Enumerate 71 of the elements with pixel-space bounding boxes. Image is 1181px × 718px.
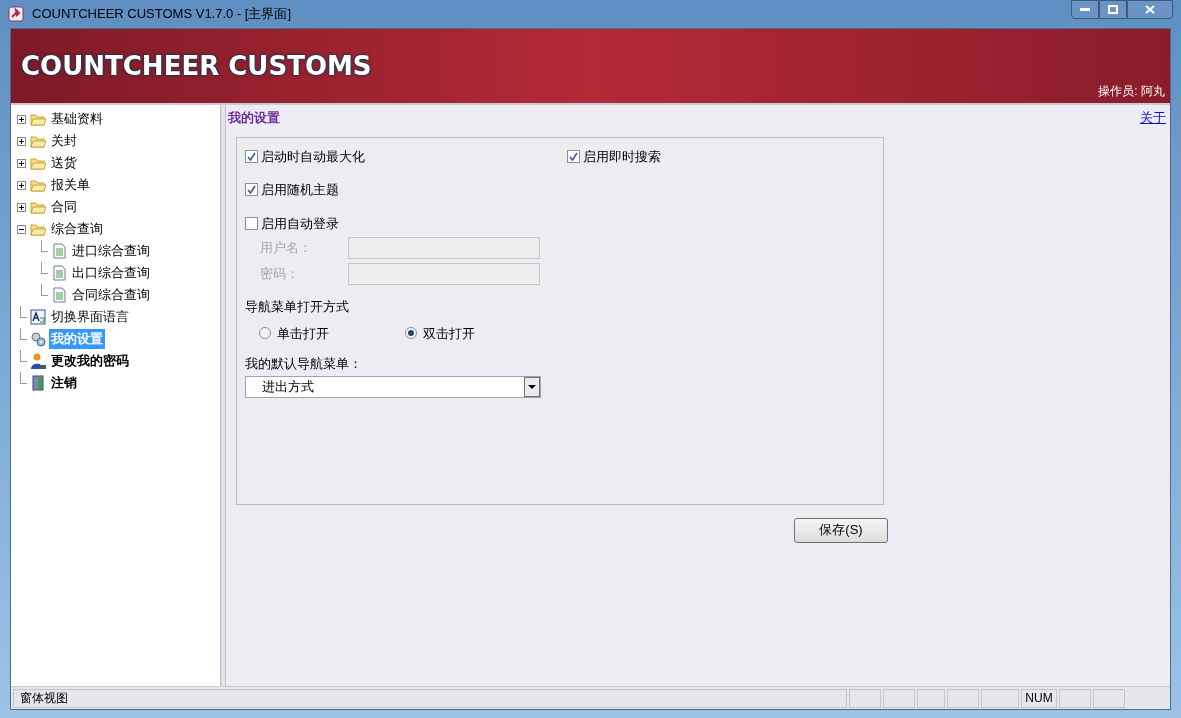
checkbox-label: 启用随机主题	[261, 181, 339, 199]
document-icon	[51, 265, 67, 281]
default-menu-dropdown[interactable]: 进出方式	[245, 375, 541, 398]
tree-item[interactable]: 合同综合查询	[70, 285, 152, 305]
minimize-button[interactable]	[1071, 0, 1099, 19]
document-icon	[51, 287, 67, 303]
user-icon	[30, 353, 46, 369]
save-button[interactable]: 保存(S)	[794, 517, 888, 543]
close-button[interactable]	[1127, 0, 1173, 19]
maximize-icon	[1108, 5, 1118, 14]
folder-icon	[30, 199, 46, 215]
checkbox[interactable]	[245, 183, 258, 197]
tree-item[interactable]: 切换界面语言	[49, 307, 131, 327]
expand-icon[interactable]	[16, 158, 26, 168]
tree-line	[20, 372, 27, 384]
tree-item[interactable]: 进口综合查询	[70, 241, 152, 261]
expand-icon[interactable]	[16, 180, 26, 190]
field-label: 密码：	[260, 265, 300, 284]
tree-line	[20, 350, 27, 362]
dropdown-caret-icon	[524, 376, 540, 397]
nav-mode-label: 导航菜单打开方式	[245, 298, 350, 316]
radio-label: 双击打开	[423, 324, 475, 343]
checkbox[interactable]	[245, 216, 258, 230]
status-text: 窗体视图	[13, 688, 847, 708]
page-heading: 我的设置	[228, 109, 280, 127]
folder-icon	[30, 177, 46, 193]
minimize-icon	[1080, 7, 1090, 12]
folder-icon	[30, 155, 46, 171]
tree-item[interactable]: 综合查询	[49, 219, 105, 239]
field-label: 用户名：	[260, 239, 313, 258]
app-icon	[8, 6, 24, 22]
door-icon	[30, 375, 46, 391]
close-icon	[1145, 5, 1155, 14]
folder-icon	[30, 133, 46, 149]
folder-icon	[30, 111, 46, 127]
tree-line	[41, 284, 48, 296]
operator-label: 操作员: 阿丸	[1098, 83, 1165, 100]
tree-item[interactable]: 基础资料	[49, 109, 105, 129]
tree-item[interactable]: 报关单	[49, 175, 92, 195]
default-menu-label: 我的默认导航菜单：	[245, 355, 363, 373]
expand-icon[interactable]	[16, 136, 26, 146]
folder-icon	[30, 221, 46, 237]
radio-button[interactable]	[405, 327, 417, 340]
about-link[interactable]: 关于	[1140, 108, 1166, 128]
num-lock-indicator: NUM	[1021, 688, 1057, 708]
expand-icon[interactable]	[16, 202, 26, 212]
window-title: COUNTCHEER CUSTOMS V1.7.0 - [主界面]	[32, 5, 292, 24]
banner-title: COUNTCHEER CUSTOMS	[21, 49, 372, 83]
checkbox-label: 启用即时搜索	[583, 147, 661, 166]
checkbox-label: 启用自动登录	[261, 214, 339, 233]
expand-icon[interactable]	[16, 114, 26, 124]
maximize-button[interactable]	[1099, 0, 1127, 19]
checkbox[interactable]	[245, 149, 258, 163]
tree-item[interactable]: 送货	[49, 153, 79, 173]
tree-item[interactable]: 合同	[49, 197, 79, 217]
language-icon	[30, 309, 46, 325]
tree-item[interactable]: 关封	[49, 131, 79, 151]
document-icon	[51, 243, 67, 259]
tree-line	[20, 328, 27, 340]
tree-line	[20, 306, 27, 318]
radio-label: 单击打开	[277, 324, 329, 343]
collapse-icon[interactable]	[16, 224, 26, 234]
checkbox[interactable]	[567, 149, 580, 163]
tree-item[interactable]: 出口综合查询	[70, 263, 152, 283]
tree-line	[41, 262, 48, 274]
checkbox-label: 启动时自动最大化	[261, 147, 365, 166]
gears-icon	[30, 331, 46, 347]
tree-item[interactable]: 更改我的密码	[49, 351, 131, 371]
tree-line	[41, 240, 48, 252]
tree-item[interactable]: 注销	[49, 373, 79, 393]
radio-button[interactable]	[259, 327, 271, 340]
